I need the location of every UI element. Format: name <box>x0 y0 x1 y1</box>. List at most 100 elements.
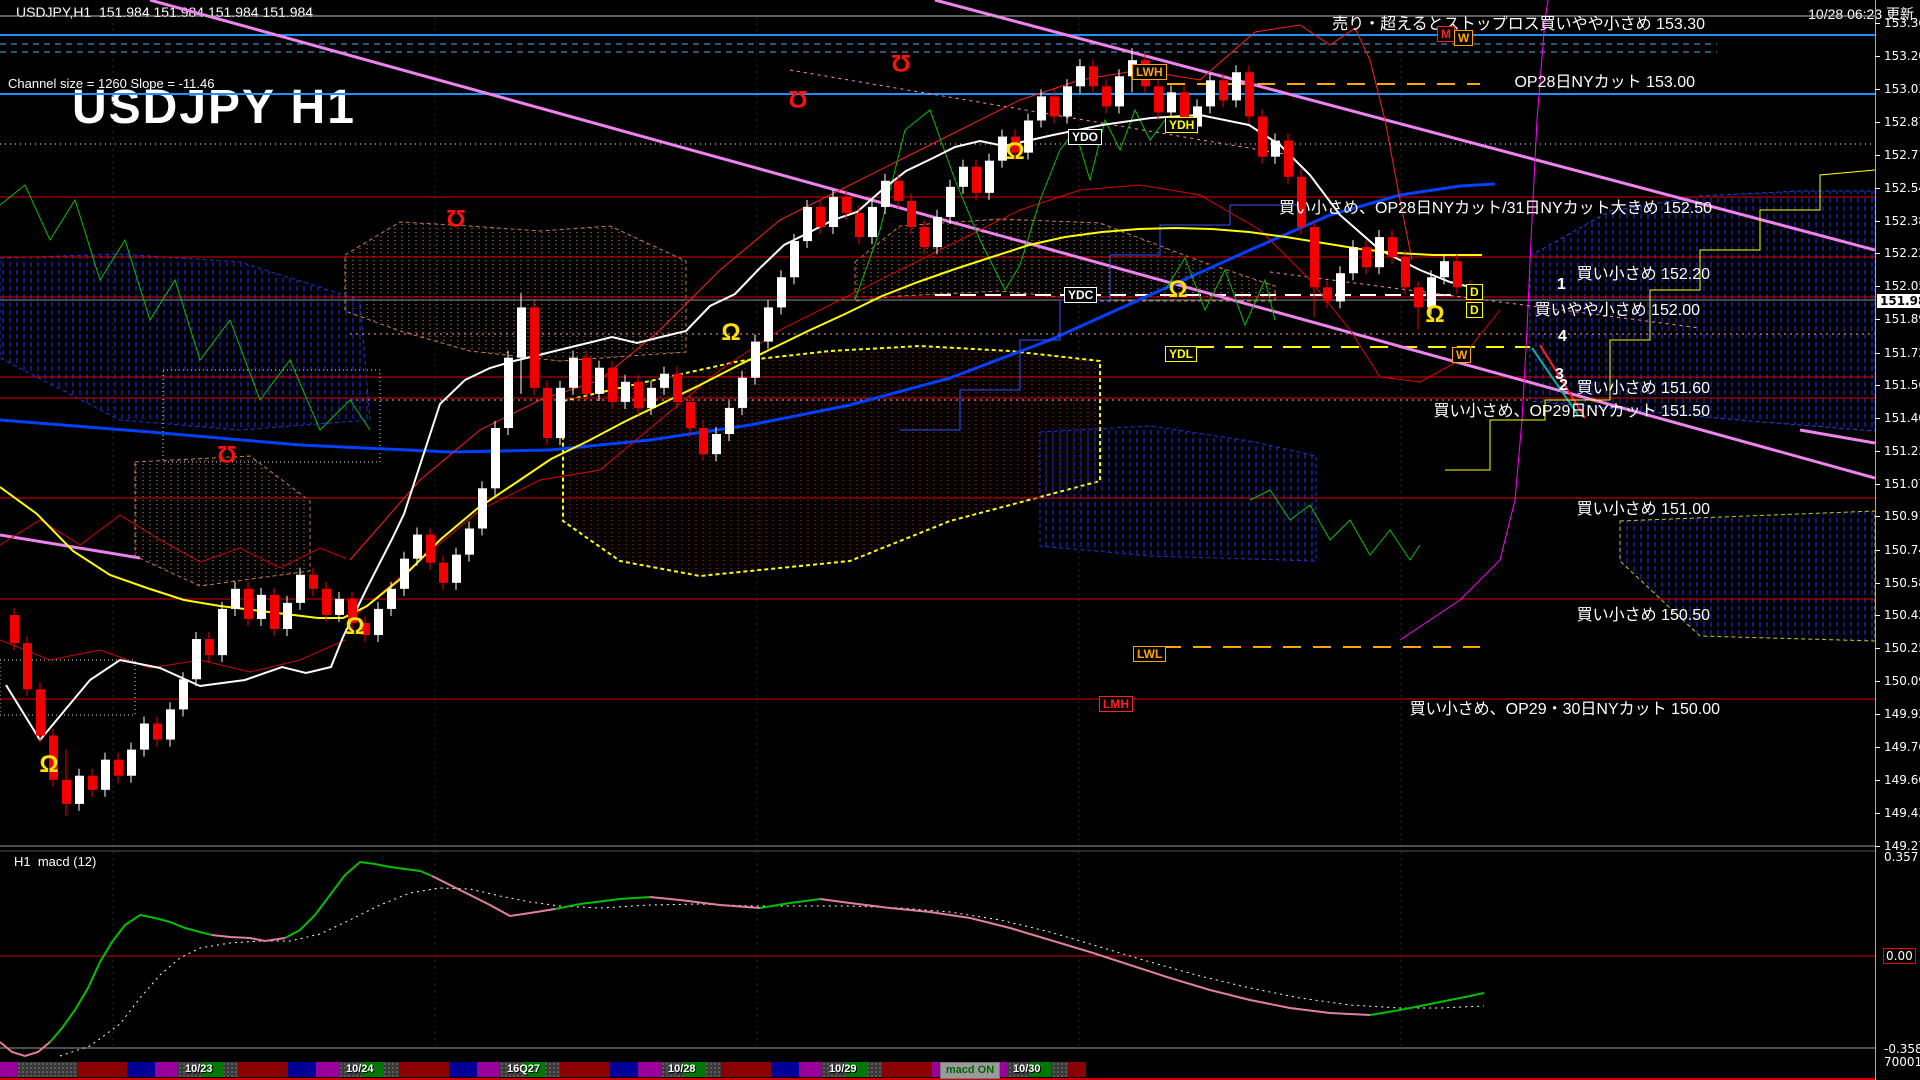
price-axis-label: 151.400 <box>1884 410 1920 425</box>
price-axis-label: 151.235 <box>1884 444 1920 459</box>
session-segment-magenta <box>932 1062 940 1077</box>
macd-axis-min: -0.358 <box>1884 1042 1920 1056</box>
session-segment-darkred <box>77 1062 127 1077</box>
price-axis-label: 152.380 <box>1884 213 1920 228</box>
macd-main-line <box>819 898 1371 1016</box>
macd-main-line <box>284 860 433 939</box>
axis-tick <box>1875 417 1880 419</box>
axis-tick <box>1875 516 1880 518</box>
session-segment-blue <box>771 1062 799 1077</box>
axis-tick <box>1875 714 1880 716</box>
price-axis-label: 152.545 <box>1884 180 1920 195</box>
session-segment-magenta <box>477 1062 500 1077</box>
price-axis-label: 149.600 <box>1884 772 1920 787</box>
signal-omega-red: Ω <box>217 440 237 467</box>
session-segment-magenta <box>638 1062 661 1077</box>
signal-omega-yellow: Ω <box>1005 138 1025 165</box>
axis-tick <box>1875 187 1880 189</box>
macd-axis-max: 0.357 <box>1884 850 1919 864</box>
session-date-label: 10/23 <box>185 1063 213 1075</box>
price-axis-label: 150.420 <box>1884 607 1920 622</box>
price-axis-label: 150.745 <box>1884 542 1920 557</box>
macd-main-line <box>211 934 286 943</box>
price-axis-label: 152.220 <box>1884 246 1920 261</box>
session-segment-darkred <box>721 1062 771 1077</box>
price-axis-label: 153.035 <box>1884 82 1920 97</box>
axis-tick <box>1875 384 1880 386</box>
current-price-box: 151.984 <box>1877 293 1920 308</box>
session-segment-magenta <box>0 1062 17 1077</box>
signal-omega-yellow: Ω <box>39 751 59 778</box>
session-date-label: 10/30 <box>1013 1063 1041 1075</box>
price-axis-label: 153.200 <box>1884 49 1920 64</box>
signal-omega-red: Ω <box>788 85 808 112</box>
price-axis-label: 151.070 <box>1884 477 1920 492</box>
price-axis-label: 152.710 <box>1884 147 1920 162</box>
session-date-label: 16Q27 <box>507 1063 541 1075</box>
price-axis-label: 153.365 <box>1884 16 1920 30</box>
macd-main-line <box>554 896 651 910</box>
session-segment-blue <box>610 1062 638 1077</box>
session-segment-blue <box>127 1062 155 1077</box>
axis-tick <box>1875 253 1880 255</box>
price-axis-label: 149.435 <box>1884 805 1920 820</box>
macd-on-button[interactable]: macd ON <box>940 1062 1000 1079</box>
macd-main-line <box>759 898 821 909</box>
session-date-label: 10/24 <box>346 1063 374 1075</box>
session-segment-darkred <box>238 1062 288 1077</box>
session-date-label: 10/28 <box>668 1063 696 1075</box>
session-segment-magenta <box>1000 1062 1008 1077</box>
axis-tick <box>1875 220 1880 222</box>
macd-svg <box>0 852 1875 1058</box>
axis-tick <box>1875 614 1880 616</box>
axis-tick <box>1875 582 1880 584</box>
price-axis-label: 150.090 <box>1884 674 1920 689</box>
axis-tick <box>1875 352 1880 354</box>
price-axis-label: 150.910 <box>1884 509 1920 524</box>
macd-main-line <box>1369 992 1485 1016</box>
signal-omega-yellow: Ω <box>1168 276 1188 303</box>
macd-main-line <box>431 875 556 918</box>
macd-axis-bars_count: 70001 <box>1884 1055 1920 1069</box>
axis-tick <box>1875 484 1880 486</box>
price-axis-label: 150.255 <box>1884 641 1920 656</box>
axis-tick <box>1875 451 1880 453</box>
price-axis-label: 150.580 <box>1884 575 1920 590</box>
price-axis-label: 149.925 <box>1884 707 1920 722</box>
price-axis-label: 149.765 <box>1884 739 1920 754</box>
axis-tick <box>1875 648 1880 650</box>
axis-tick <box>1875 746 1880 748</box>
axis-tick <box>1875 779 1880 781</box>
axis-tick <box>1875 681 1880 683</box>
signal-omega-yellow: Ω <box>345 613 365 640</box>
session-segment-blue <box>449 1062 477 1077</box>
macd-main-line <box>649 896 761 909</box>
price-axis-label: 152.870 <box>1884 115 1920 130</box>
signal-omega-red: Ω <box>891 49 911 76</box>
session-segment-darkred <box>399 1062 449 1077</box>
mt4-chart-window: { "header": { "symbol_line": "USDJPY,H1 … <box>0 0 1920 1080</box>
session-segment-darkred <box>1068 1062 1086 1077</box>
axis-tick <box>1875 154 1880 156</box>
macd-main-line <box>49 913 213 1043</box>
signal-omega-red: Ω <box>446 204 466 231</box>
axis-tick <box>1875 122 1880 124</box>
price-axis-label: 151.890 <box>1884 312 1920 327</box>
session-segment-speckle <box>17 1062 77 1077</box>
signal-omega-yellow: Ω <box>721 319 741 346</box>
macd-signal-line <box>59 887 1485 1057</box>
price-axis-label: 152.055 <box>1884 279 1920 294</box>
axis-tick <box>1875 319 1880 321</box>
session-segment-blue <box>288 1062 316 1077</box>
axis-separator <box>1875 0 1876 1080</box>
axis-tick <box>1875 549 1880 551</box>
session-segment-magenta <box>316 1062 339 1077</box>
axis-tick <box>1875 56 1880 58</box>
session-segment-darkred <box>882 1062 932 1077</box>
signal-omega-yellow: Ω <box>1425 301 1445 328</box>
axis-tick <box>1875 89 1880 91</box>
session-segment-magenta <box>155 1062 178 1077</box>
session-segment-darkred <box>560 1062 610 1077</box>
price-axis-label: 151.725 <box>1884 345 1920 360</box>
session-segment-magenta <box>799 1062 822 1077</box>
